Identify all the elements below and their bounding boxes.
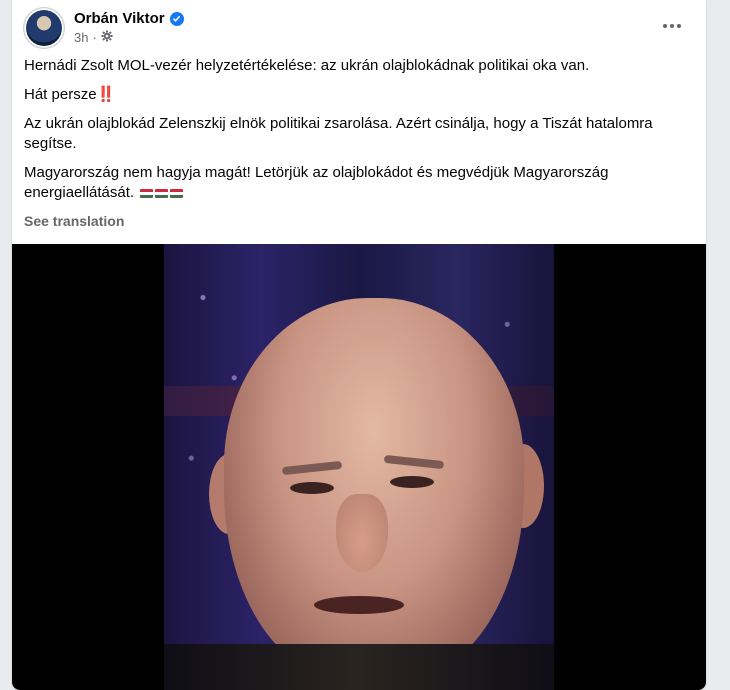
author-name-row: Orbán Viktor	[74, 10, 184, 27]
post-paragraph: Hernádi Zsolt MOL-vezér helyzetértékelés…	[24, 57, 590, 74]
person-shoulders	[164, 644, 554, 690]
meta-separator: ·	[92, 30, 97, 45]
post-paragraph-text: Hát persze	[24, 86, 97, 103]
hungary-flag-icon	[140, 188, 154, 198]
double-exclamation-icon: ‼️	[96, 86, 116, 103]
post-paragraph-with-flags: Magyarország nem hagyja magát! Letörjük …	[24, 163, 664, 203]
gear-icon[interactable]	[101, 30, 113, 45]
post-card: Orbán Viktor 3h · Hernádi Zsolt MOL-vezé…	[12, 0, 706, 690]
post-video[interactable]	[12, 244, 706, 690]
hungary-flag-icon	[155, 188, 169, 198]
author-avatar[interactable]	[24, 8, 64, 48]
video-frame	[164, 244, 554, 690]
post-text: Hernádi Zsolt MOL-vezér helyzetértékelés…	[24, 56, 664, 212]
verified-badge-icon	[169, 11, 184, 26]
hungary-flag-icon	[170, 188, 184, 198]
post-paragraph: Az ukrán olajblokád Zelenszkij elnök pol…	[24, 115, 653, 152]
more-options-icon[interactable]	[658, 14, 686, 38]
post-paragraph-emphasis: Hát persze‼️	[24, 85, 664, 105]
person-head	[224, 298, 524, 678]
post-paragraph-text: Magyarország nem hagyja magát! Letörjük …	[24, 164, 609, 201]
post-time[interactable]: 3h	[74, 30, 88, 45]
nose	[336, 494, 388, 572]
author-name[interactable]: Orbán Viktor	[74, 10, 165, 27]
mouth	[314, 596, 404, 614]
eye-left	[290, 482, 334, 494]
post-header: Orbán Viktor 3h ·	[24, 8, 694, 48]
eye-right	[390, 476, 434, 488]
see-translation-link[interactable]: See translation	[24, 213, 124, 229]
post-meta: 3h ·	[74, 30, 113, 45]
